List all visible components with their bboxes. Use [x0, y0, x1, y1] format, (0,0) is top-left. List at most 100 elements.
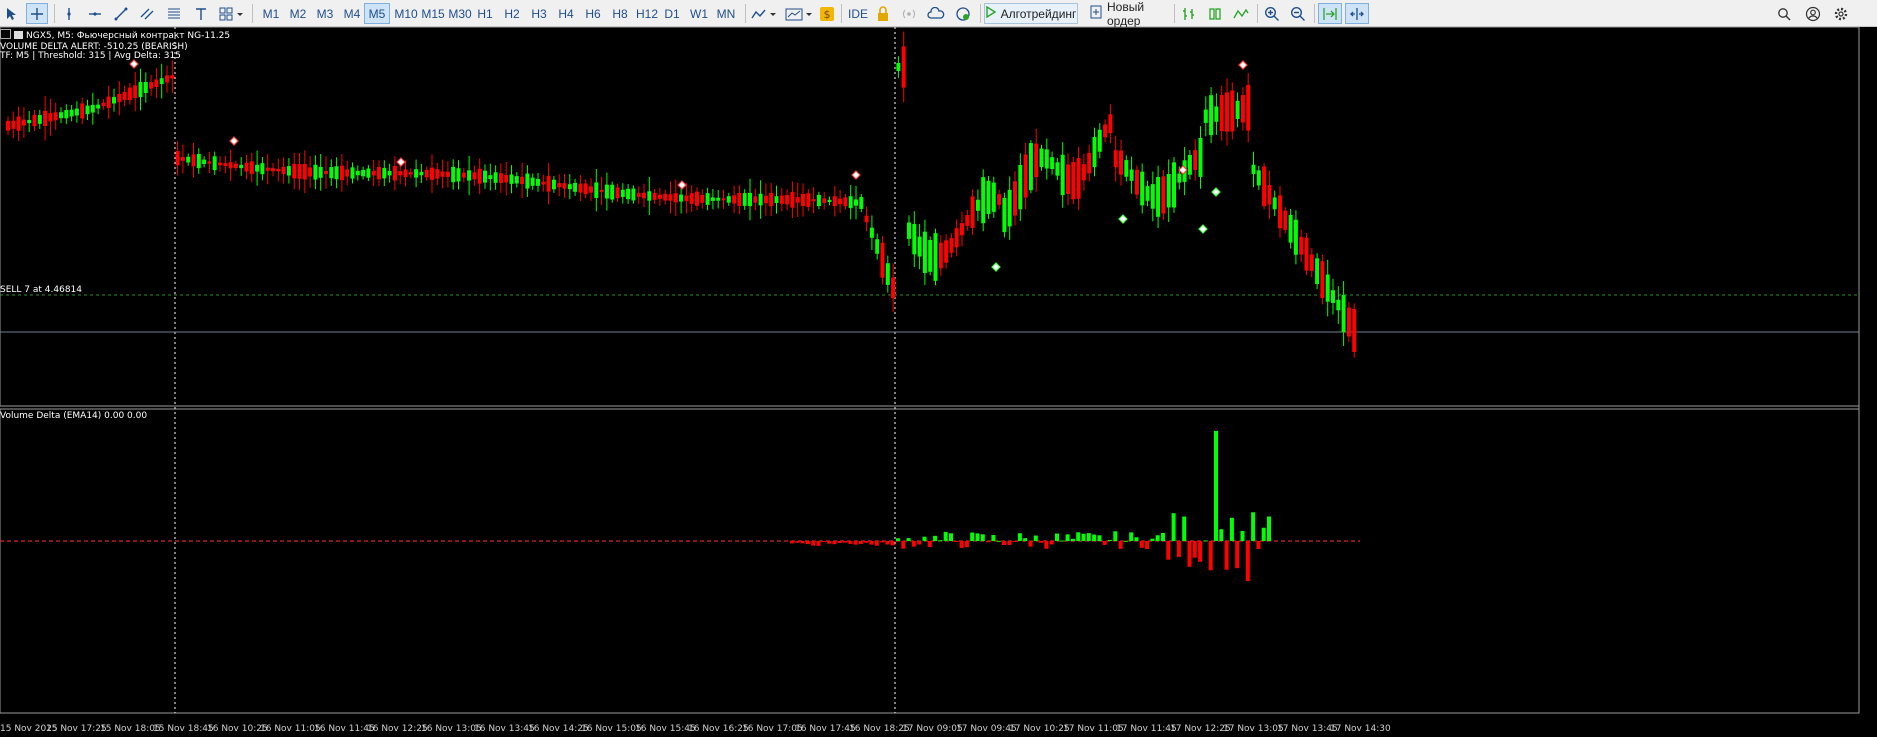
- volume-delta-bar: [1214, 431, 1218, 541]
- crosshair-icon[interactable]: [26, 3, 48, 24]
- timeframe-h1[interactable]: H1: [470, 3, 500, 24]
- candle-body: [901, 46, 906, 88]
- indicators-dropdown-icon[interactable]: [783, 3, 817, 24]
- timeframe-m5[interactable]: M5: [364, 3, 390, 24]
- candle-body: [53, 112, 58, 121]
- candlestick-icon[interactable]: [1204, 3, 1226, 24]
- chart-menu-icon[interactable]: [0, 29, 11, 39]
- indicator-label: Volume Delta (EMA14) 0.00 0.00: [0, 411, 148, 421]
- cursor-arrow-icon[interactable]: [2, 3, 22, 24]
- time-axis-label: 16 Nov 14:25: [528, 724, 589, 734]
- zoom-in-icon[interactable]: [1261, 3, 1283, 24]
- volume-delta-bar: [874, 541, 879, 546]
- candle-body: [69, 109, 74, 117]
- candle-body: [1309, 254, 1314, 271]
- text-tool-icon[interactable]: [190, 3, 212, 24]
- timeframe-h6[interactable]: H6: [578, 3, 608, 24]
- timeframe-m3[interactable]: M3: [310, 3, 340, 24]
- candle-body: [1172, 162, 1176, 208]
- trendline-icon[interactable]: [110, 3, 132, 24]
- candle-body: [885, 263, 890, 285]
- fibonacci-icon[interactable]: [163, 3, 185, 24]
- candle-body: [774, 196, 779, 204]
- candle-body: [276, 168, 281, 172]
- candle-body: [1288, 214, 1293, 243]
- candle-body: [345, 169, 350, 177]
- candle-body: [557, 183, 562, 188]
- timeframe-m2[interactable]: M2: [283, 3, 313, 24]
- horizontal-line-icon[interactable]: [84, 3, 106, 24]
- timeframe-m4[interactable]: M4: [337, 3, 367, 24]
- candle-body: [684, 195, 689, 202]
- bar-chart-icon[interactable]: [1178, 3, 1200, 24]
- settings-icon[interactable]: [1830, 3, 1852, 24]
- candle-body: [1023, 154, 1028, 198]
- candle-body: [647, 191, 652, 201]
- search-icon[interactable]: [1773, 3, 1795, 24]
- timeframe-h3[interactable]: H3: [524, 3, 554, 24]
- timeframe-m1[interactable]: M1: [256, 3, 286, 24]
- candle-body: [313, 164, 318, 180]
- candle-body: [573, 182, 578, 192]
- order-label[interactable]: SELL 7 at 4.46814: [0, 285, 82, 296]
- timeframe-m10[interactable]: M10: [391, 3, 421, 24]
- candle-body: [218, 162, 222, 166]
- candle-body: [80, 103, 85, 119]
- candle-body: [726, 196, 731, 203]
- candle-body: [1272, 197, 1277, 210]
- account-icon[interactable]: [1802, 3, 1824, 24]
- price-chart-canvas[interactable]: [0, 27, 1877, 737]
- vertical-line-icon[interactable]: [58, 3, 80, 24]
- timeframe-m15[interactable]: M15: [418, 3, 448, 24]
- chart-area[interactable]: NGX5, M5: Фьючерсный контракт NG-11.25 V…: [0, 27, 1877, 737]
- signal-diamond-marker: [1198, 224, 1208, 234]
- volume-delta-bar: [964, 541, 969, 548]
- candle-body: [795, 197, 800, 203]
- candle-body: [424, 169, 429, 178]
- candle-body: [525, 173, 530, 189]
- volume-delta-bar: [933, 535, 938, 541]
- candle-body: [700, 194, 705, 203]
- timeframe-w1[interactable]: W1: [684, 3, 714, 24]
- time-axis-label: 16 Nov 17:45: [795, 724, 856, 734]
- vps-globe-icon[interactable]: [952, 3, 974, 24]
- ide-button[interactable]: IDE: [845, 3, 871, 24]
- timeframe-h2[interactable]: H2: [497, 3, 527, 24]
- zoom-out-icon[interactable]: [1287, 3, 1309, 24]
- chart-shift-icon[interactable]: [1345, 3, 1369, 24]
- candle-body: [382, 167, 387, 179]
- timeframe-d1[interactable]: D1: [657, 3, 687, 24]
- candle-body: [408, 172, 413, 175]
- cloud-icon[interactable]: [925, 3, 947, 24]
- toolbar: M1 M2 M3 M4 M5 M10 M15 M30 H1 H2 H3 H4 H…: [0, 0, 1877, 28]
- line-chart-icon[interactable]: [1230, 3, 1252, 24]
- timeframe-h4[interactable]: H4: [551, 3, 581, 24]
- shapes-dropdown-icon[interactable]: [216, 3, 248, 24]
- signal-broadcast-icon[interactable]: [898, 3, 920, 24]
- timeframe-mn[interactable]: MN: [711, 3, 741, 24]
- candle-body: [1256, 170, 1261, 186]
- timeframe-h8[interactable]: H8: [605, 3, 635, 24]
- time-axis-label: 17 Nov 14:30: [1330, 724, 1391, 734]
- candle-body: [1081, 164, 1086, 181]
- autoscroll-icon[interactable]: [1318, 3, 1342, 24]
- volume-delta-bar: [1049, 541, 1054, 545]
- candle-body: [127, 87, 132, 101]
- volume-delta-bar: [821, 541, 826, 543]
- volume-delta-bar: [906, 538, 911, 541]
- volume-delta-bar: [1261, 527, 1266, 541]
- candle-body: [779, 195, 784, 204]
- channel-icon[interactable]: [136, 3, 158, 24]
- candle-body: [636, 193, 641, 197]
- candle-body: [149, 82, 154, 89]
- dollar-signals-icon[interactable]: $: [818, 3, 836, 24]
- candle-body: [498, 173, 503, 183]
- volume-delta-bar: [790, 541, 794, 544]
- algotrading-button[interactable]: Алготрейдинг: [984, 3, 1078, 24]
- candle-body: [1203, 109, 1208, 123]
- candle-body: [843, 197, 848, 207]
- new-order-button[interactable]: Новый ордер: [1081, 0, 1171, 28]
- lock-icon[interactable]: [873, 3, 893, 24]
- candle-body: [806, 193, 811, 208]
- chart-type-dropdown-icon[interactable]: [749, 3, 781, 24]
